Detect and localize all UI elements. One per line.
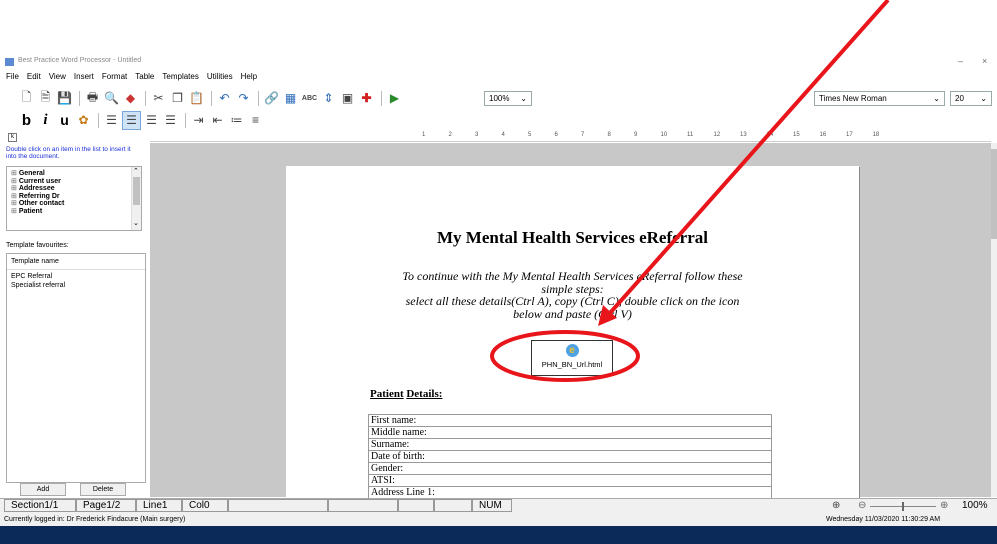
status-col: Col0 — [182, 499, 228, 512]
status-blank-3 — [398, 499, 434, 512]
annotation-arrow-line — [600, 0, 890, 324]
status-blank-4 — [434, 499, 472, 512]
status-section: Section1/1 — [4, 499, 76, 512]
zoom-in-icon[interactable]: ⊕ — [940, 500, 948, 511]
status-blank-1 — [228, 499, 328, 512]
zoom-out-icon[interactable]: ⊖ — [858, 500, 866, 511]
status-line: Line1 — [136, 499, 182, 512]
status-bar: Section1/1 Page1/2 Line1 Col0 NUM ⊕ ⊖ ⊕ 100% — [0, 498, 997, 514]
taskbar — [0, 526, 997, 544]
view-mode-icon[interactable]: ⊕ — [832, 500, 840, 511]
status-page: Page1/2 — [76, 499, 136, 512]
login-status: Currently logged in: Dr Frederick Findac… — [4, 516, 186, 523]
status-blank-2 — [328, 499, 398, 512]
annotation-overlay — [490, 0, 890, 382]
annotation-ellipse — [490, 330, 640, 382]
footer-bar: Currently logged in: Dr Frederick Findac… — [0, 514, 997, 526]
status-zoom: 100% — [962, 500, 988, 511]
zoom-slider-thumb[interactable] — [902, 502, 904, 511]
status-num: NUM — [472, 499, 512, 512]
footer-datetime: Wednesday 11/03/2020 11:30:29 AM — [826, 516, 941, 523]
